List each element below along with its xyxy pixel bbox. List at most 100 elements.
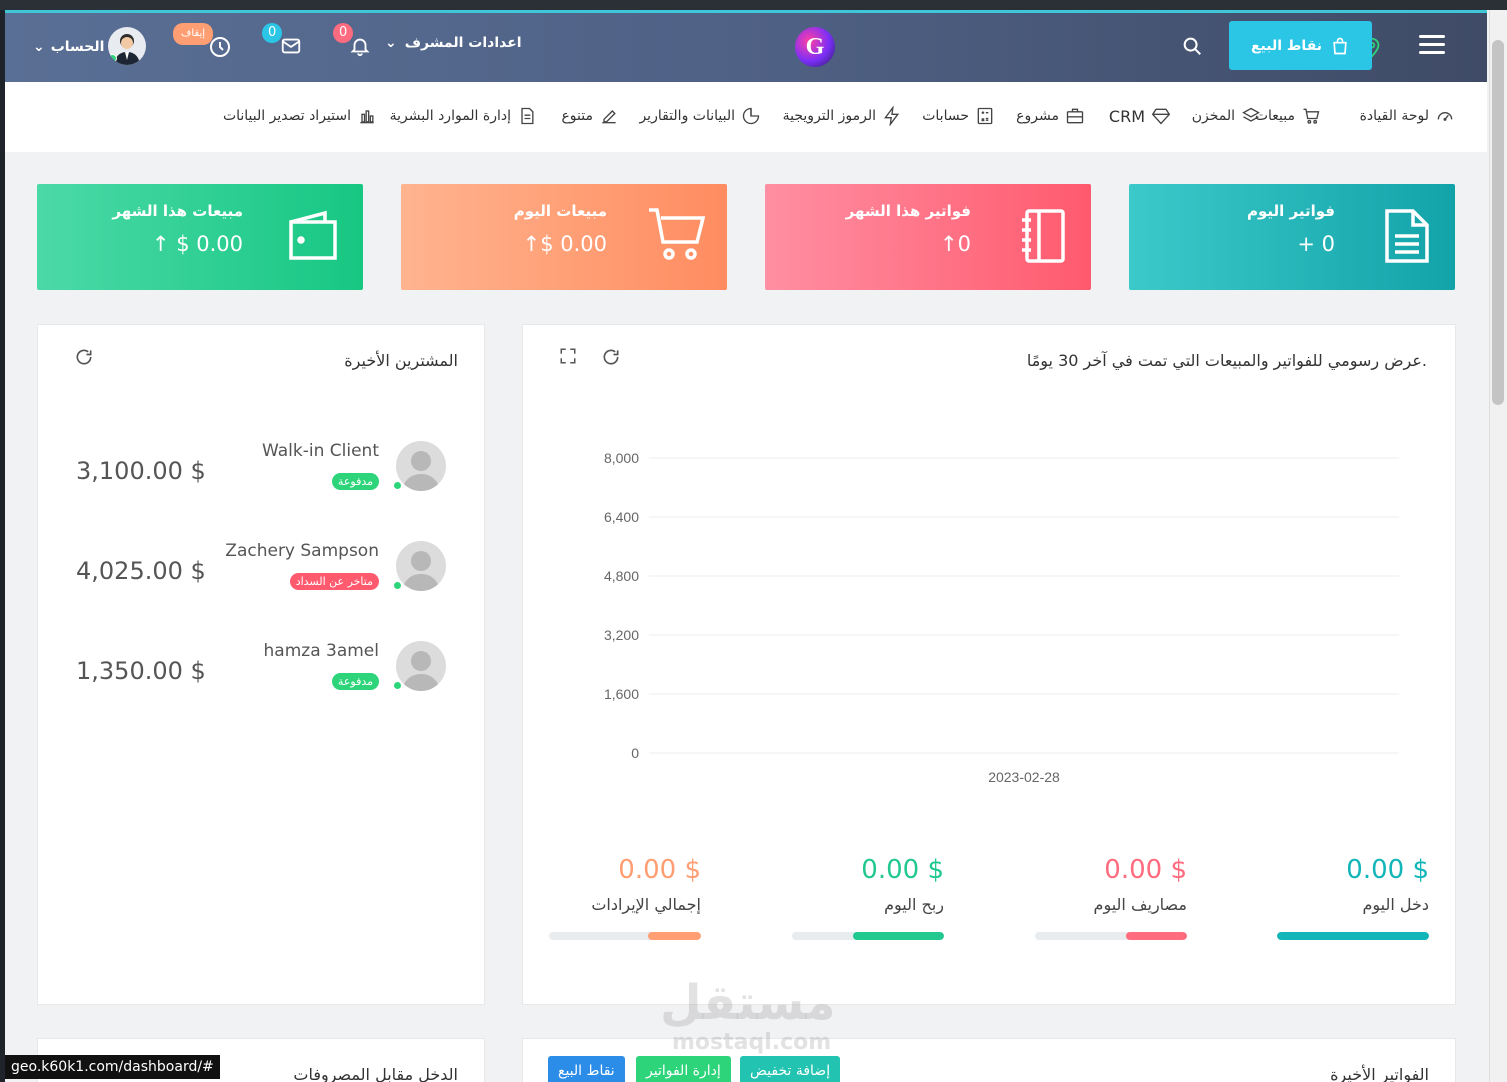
nav-label: لوحة القيادة xyxy=(1359,108,1429,124)
bolt-icon xyxy=(884,106,900,126)
status-badge: متاخر عن السداد xyxy=(289,573,379,590)
refresh-icon[interactable] xyxy=(601,347,621,371)
avatar xyxy=(396,441,446,491)
nav-label: إدارة الموارد البشرية xyxy=(389,108,511,124)
stat-progress xyxy=(1035,932,1187,940)
nav-item-warehouse[interactable]: المخزن xyxy=(1192,106,1261,126)
fullscreen-icon[interactable] xyxy=(559,347,577,369)
sales-line-chart: 0 1,600 3,200 4,800 6,400 8,000 2023-02-28 xyxy=(604,450,1399,785)
stat-progress xyxy=(1277,932,1429,940)
card-title: مبيعات اليوم xyxy=(513,202,607,220)
nav-item-misc[interactable]: متنوع xyxy=(561,106,619,126)
y-tick-label: 8,000 xyxy=(604,450,639,466)
chart-panel-title: عرض رسومي للفواتير والمبيعات التي تمت في… xyxy=(1026,351,1427,370)
stat-progress-fill xyxy=(647,932,701,940)
pos-button[interactable]: نقاط البيع xyxy=(1229,21,1372,70)
client-name: Walk-in Client xyxy=(262,441,379,461)
list-item[interactable]: Walk-in Client مدفوعة 3,100.00 $ xyxy=(38,441,486,511)
top-header: نقاط البيع G ⌄ اعدادات المشرف 0 0 إيقاف … xyxy=(5,10,1487,82)
search-icon[interactable] xyxy=(1181,35,1203,61)
nav-label: المخزن xyxy=(1191,108,1235,124)
stat-amount: 0.00 $ xyxy=(861,855,944,885)
nav-label: متنوع xyxy=(561,108,593,124)
nav-item-import-export[interactable]: استيراد تصدير البيانات xyxy=(223,106,377,126)
status-badge: مدفوعة xyxy=(331,473,379,490)
nav-item-promo-codes[interactable]: الرموز الترويجية xyxy=(783,106,902,126)
bar-chart-icon xyxy=(360,110,374,124)
clients-panel-title: المشترين الأخيرة xyxy=(344,351,458,370)
status-bar-url: geo.k60k1.com/dashboard/# xyxy=(5,1055,220,1079)
cart-icon xyxy=(1303,108,1320,124)
stat-label: ربح اليوم xyxy=(884,895,944,914)
stat-label: إجمالي الإيرادات xyxy=(591,895,701,914)
card-value: + 0 xyxy=(1297,232,1335,256)
nav-item-reports[interactable]: البيانات والتقارير xyxy=(639,106,761,126)
card-title: فواتير هذا الشهر xyxy=(845,202,971,220)
add-discount-button[interactable]: إضافة تخفيض xyxy=(740,1056,841,1082)
card-title: فواتير اليوم xyxy=(1247,202,1335,220)
online-status-dot xyxy=(393,681,402,690)
nav-item-hr[interactable]: إدارة الموارد البشرية xyxy=(390,106,537,126)
nav-item-sales[interactable]: مبيعات xyxy=(1255,106,1321,126)
pos-button-label: نقاط البيع xyxy=(1250,37,1323,54)
refresh-icon[interactable] xyxy=(74,347,94,371)
shopping-bag-icon xyxy=(1333,37,1347,54)
list-item[interactable]: hamza 3amel مدفوعة 1,350.00 $ xyxy=(38,641,486,711)
nav-label: مشروع xyxy=(1016,108,1059,124)
avatar[interactable] xyxy=(108,27,146,65)
card-value: ↑0 xyxy=(940,232,971,256)
edit-icon xyxy=(602,110,616,124)
manage-invoices-button[interactable]: إدارة الفواتير xyxy=(636,1056,731,1082)
menu-toggle-icon[interactable] xyxy=(1419,35,1445,55)
online-status-dot xyxy=(393,481,402,490)
admin-settings-dropdown[interactable]: ⌄ اعدادات المشرف xyxy=(385,35,522,51)
watermark-latin: mostaql.com xyxy=(672,1030,832,1055)
status-badge: مدفوعة xyxy=(331,673,379,690)
avatar xyxy=(396,541,446,591)
stat-progress xyxy=(549,932,701,940)
card-today-sales: مبيعات اليوم ↑$ 0.00 xyxy=(401,184,727,290)
dashboard-icon xyxy=(1437,112,1453,121)
nav-item-crm[interactable]: CRM xyxy=(1109,106,1171,126)
card-value: ↑ $ 0.00 xyxy=(151,232,243,256)
list-item[interactable]: Zachery Sampson متاخر عن السداد 4,025.00… xyxy=(38,541,486,611)
bell-icon[interactable] xyxy=(349,35,371,61)
diamond-icon xyxy=(1151,108,1171,125)
nav-label: حسابات xyxy=(922,108,969,124)
online-status-dot xyxy=(108,54,117,63)
account-label: الحساب xyxy=(50,39,105,55)
avatar xyxy=(396,641,446,691)
card-value: ↑$ 0.00 xyxy=(522,232,607,256)
pos-shortcut-button[interactable]: نقاط البيع xyxy=(548,1056,625,1082)
nav-item-accounts[interactable]: حسابات xyxy=(922,106,995,126)
nav-item-dashboard[interactable]: لوحة القيادة xyxy=(1360,106,1455,126)
nav-item-project[interactable]: مشروع xyxy=(1016,106,1085,126)
timer-badge[interactable]: إيقاف xyxy=(173,23,214,45)
stat-total-revenue: 0.00 $ إجمالي الإيرادات xyxy=(549,855,701,940)
main-navigation: لوحة القيادة مبيعات المخزن CRM مشروع حسا… xyxy=(5,82,1487,152)
stat-progress-fill xyxy=(852,932,944,940)
mail-icon[interactable] xyxy=(280,35,302,61)
y-tick-label: 3,200 xyxy=(604,627,639,643)
client-amount: 3,100.00 $ xyxy=(76,457,206,485)
card-today-invoices: فواتير اليوم + 0 xyxy=(1129,184,1455,290)
nav-label: الرموز الترويجية xyxy=(782,108,876,124)
document-icon xyxy=(521,107,534,125)
stat-profit-today: 0.00 $ ربح اليوم xyxy=(792,855,944,940)
x-tick-label: 2023-02-28 xyxy=(988,769,1060,785)
stat-amount: 0.00 $ xyxy=(618,855,701,885)
chevron-down-icon: ⌄ xyxy=(33,39,45,55)
wallet-icon xyxy=(285,210,341,266)
app-logo[interactable]: G xyxy=(795,27,835,67)
account-dropdown[interactable]: ⌄ الحساب xyxy=(33,39,104,55)
calculator-icon xyxy=(977,107,993,125)
client-name: hamza 3amel xyxy=(263,641,379,661)
notebook-icon xyxy=(1019,208,1069,268)
page-scrollbar[interactable] xyxy=(1489,10,1507,1082)
stat-label: مصاريف اليوم xyxy=(1093,895,1187,914)
scrollbar-thumb[interactable] xyxy=(1492,40,1504,405)
card-title: مبيعات هذا الشهر xyxy=(112,202,243,220)
stat-progress xyxy=(792,932,944,940)
nav-label: البيانات والتقارير xyxy=(639,108,735,124)
y-tick-label: 4,800 xyxy=(604,568,639,584)
